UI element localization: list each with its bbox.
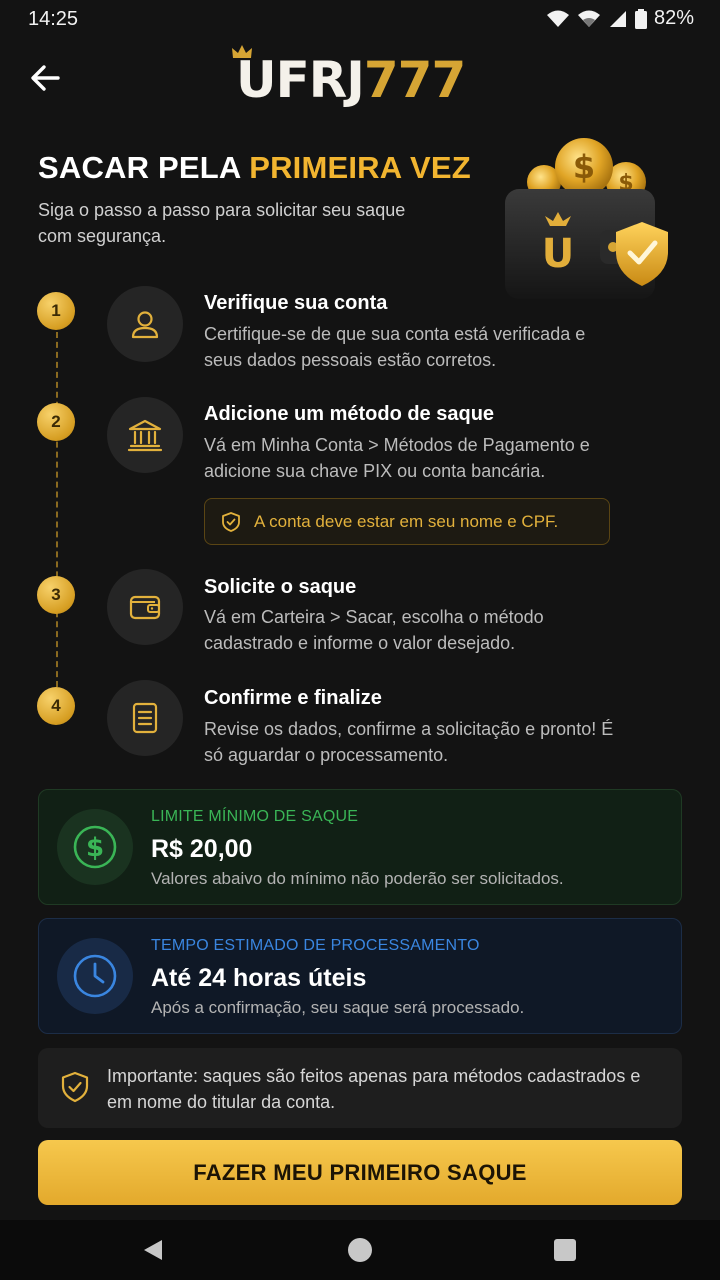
step-icon-1 [107, 286, 183, 362]
min-limit-value: R$ 20,00 [151, 835, 253, 863]
dollar-icon: $ [73, 825, 117, 869]
important-notice-text: Importante: saques são feitos apenas par… [107, 1066, 641, 1112]
step-number-1: 1 [37, 292, 75, 330]
wallet-illustration-icon: $ $ U [505, 138, 668, 299]
step-icon-4 [107, 680, 183, 756]
cell-signal-icon [609, 10, 626, 27]
min-limit-label: LIMITE MÍNIMO DE SAQUE [151, 808, 359, 825]
step-desc-1: Certifique-se de que sua conta está veri… [204, 324, 586, 370]
page-title-part1: SACAR PELA [38, 150, 250, 185]
account-name-notice: A conta deve estar em seu nome e CPF. [204, 498, 610, 545]
page-title: SACAR PELA PRIMEIRA VEZ [38, 150, 471, 186]
processing-label: TEMPO ESTIMADO DE PROCESSAMENTO [151, 937, 480, 954]
document-icon [132, 702, 158, 734]
processing-note: Após a confirmação, seu saque será proce… [151, 998, 525, 1017]
shield-check-icon [61, 1071, 89, 1103]
step-number-2: 2 [37, 403, 75, 441]
battery-percent: 82% [653, 7, 694, 29]
step-desc-2: Vá em Minha Conta > Métodos de Pagamento… [204, 435, 590, 481]
signal-icon [546, 10, 569, 27]
nav-back-icon[interactable] [142, 1238, 164, 1262]
logo-text-777: 777 [363, 51, 466, 109]
step-icon-2 [107, 397, 183, 473]
logo-text-ufrj: UFRJ [236, 51, 365, 109]
svg-text:U: U [542, 231, 574, 277]
step-desc-3: Vá em Carteira > Sacar, escolha o método… [204, 607, 544, 653]
min-limit-card: $ LIMITE MÍNIMO DE SAQUE R$ 20,00 Valore… [38, 789, 682, 905]
processing-time-card: TEMPO ESTIMADO DE PROCESSAMENTO Até 24 h… [38, 918, 682, 1034]
svg-text:$: $ [573, 148, 595, 186]
step-icon-3 [107, 569, 183, 645]
shield-check-icon [222, 511, 240, 532]
step-desc-4: Revise os dados, confirme a solicitação … [204, 719, 614, 765]
back-arrow-icon[interactable] [28, 60, 64, 96]
first-withdraw-button[interactable]: FAZER MEU PRIMEIRO SAQUE [38, 1140, 682, 1205]
processing-value: Até 24 horas úteis [151, 964, 367, 992]
wifi-icon [577, 10, 600, 27]
processing-icon-wrap [57, 938, 133, 1014]
important-notice: Importante: saques são feitos apenas par… [38, 1048, 682, 1128]
account-name-notice-text: A conta deve estar em seu nome e CPF. [254, 511, 559, 531]
step-number-4: 4 [37, 687, 75, 725]
page-title-accent: PRIMEIRA VEZ [249, 150, 471, 185]
steps-timeline [56, 312, 58, 707]
user-icon [131, 311, 159, 339]
wallet-icon [129, 595, 161, 620]
step-title-1: Verifique sua conta [204, 292, 388, 314]
nav-recents-icon[interactable] [554, 1239, 576, 1261]
min-limit-icon-wrap: $ [57, 809, 133, 885]
status-time: 14:25 [28, 8, 79, 30]
step-title-4: Confirme e finalize [204, 687, 382, 709]
app-logo: UFRJ777 [236, 51, 466, 109]
step-title-2: Adicione um método de saque [204, 403, 495, 425]
nav-home-icon[interactable] [348, 1238, 372, 1262]
min-limit-note: Valores abaivo do mínimo não poderão ser… [151, 869, 564, 888]
battery-icon [634, 8, 647, 29]
clock-icon [73, 954, 117, 998]
step-number-3: 3 [37, 576, 75, 614]
status-icons: 82% [546, 7, 694, 30]
bank-icon [127, 419, 163, 452]
svg-text:$: $ [86, 833, 104, 863]
step-title-3: Solicite o saque [204, 576, 357, 598]
page-subtitle: Siga o passo a passo para solicitar seu … [38, 200, 406, 246]
